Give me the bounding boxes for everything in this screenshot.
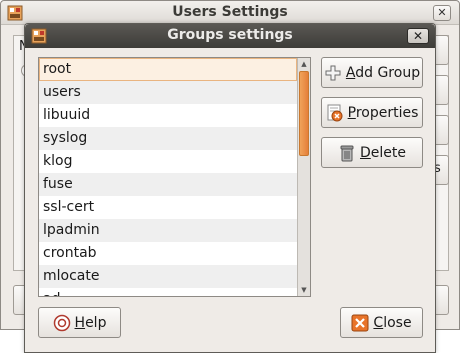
list-item[interactable]: syslog [39,127,297,150]
list-item[interactable]: ssl-cert [39,196,297,219]
list-item[interactable]: users [39,81,297,104]
scroll-up-icon[interactable]: ▲ [298,58,310,70]
dialog-title: Groups settings [167,27,293,43]
trash-icon [340,145,354,161]
properties-button[interactable]: Properties [321,97,423,128]
groups-settings-dialog: Groups settings ✕ root users libuuid syslog… [24,23,436,353]
list-item[interactable]: crontab [39,242,297,265]
properties-icon [327,104,343,121]
scrollbar-thumb[interactable] [299,71,309,156]
vertical-scrollbar[interactable]: ▲ ▼ [297,58,310,296]
list-item[interactable]: root [39,58,297,81]
help-label: Help [74,314,107,331]
properties-label: Properties [347,104,419,121]
list-item[interactable]: fuse [39,173,297,196]
close-button[interactable]: Close [340,307,423,338]
plus-icon [325,65,341,80]
delete-label: Delete [360,144,406,161]
add-group-button[interactable]: Add Group [321,57,423,88]
close-label: Close [373,314,412,331]
list-item[interactable]: lpadmin [39,219,297,242]
help-icon [53,314,70,331]
add-group-label: Add Group [345,64,421,81]
delete-button[interactable]: Delete [321,137,423,168]
users-settings-titlebar: Users Settings ✕ [1,1,459,25]
users-settings-close-button[interactable]: ✕ [433,5,451,21]
groups-list-viewport: root users libuuid syslog klog fuse ssl-cert lp… [39,58,297,296]
scroll-down-icon[interactable]: ▼ [298,284,310,296]
list-item[interactable]: klog [39,150,297,173]
list-item[interactable]: libuuid [39,104,297,127]
groups-settings-titlebar[interactable]: Groups settings ✕ [25,24,435,48]
list-item[interactable]: mlocate [39,265,297,288]
users-settings-title: Users Settings [172,4,288,20]
groups-list: root users libuuid syslog klog fuse ssl-cert lp… [38,57,311,297]
list-item[interactable]: ad [39,288,297,296]
close-icon [351,314,369,331]
help-button[interactable]: Help [38,307,121,338]
dialog-close-button[interactable]: ✕ [407,28,429,44]
